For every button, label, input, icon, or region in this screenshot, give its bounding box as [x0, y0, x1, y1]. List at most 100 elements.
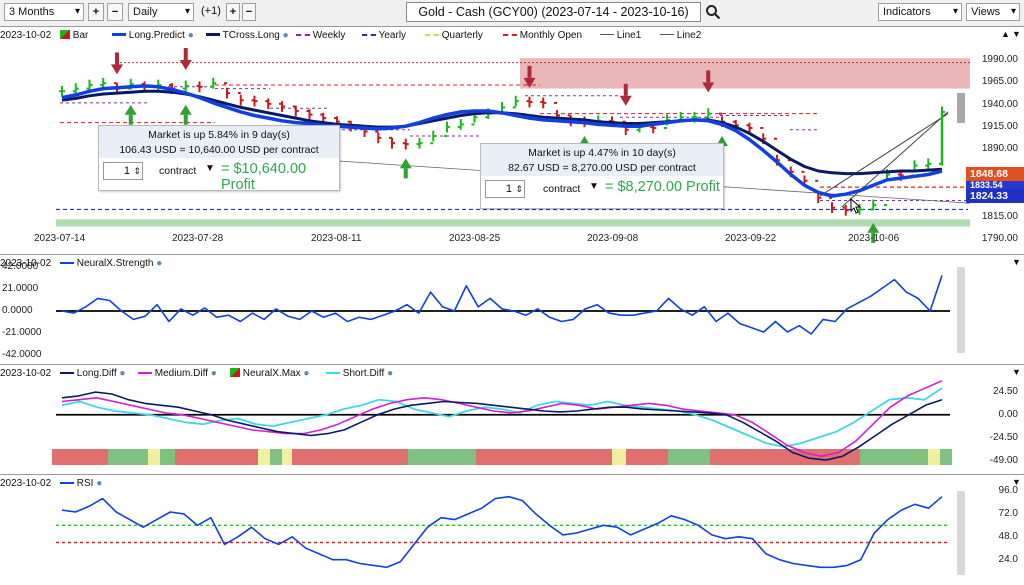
neuralx-max-segment	[52, 449, 108, 465]
offset-label: (+1)	[201, 5, 221, 17]
sell-arrow-shaft	[183, 47, 188, 60]
profit-box-1-header: Market is up 5.84% in 9 day(s) 106.43 US…	[99, 126, 339, 158]
profit-box-2-qty[interactable]: 1	[485, 180, 525, 198]
diff-pane[interactable]: 2023-10-02 Long.Diff ● Medium.Diff ● Neu…	[0, 364, 1024, 473]
legend-long-diff-label: Long.Diff	[76, 368, 117, 379]
y-tick-label: 21.0000	[2, 283, 39, 294]
neuralx-max-segment	[626, 449, 668, 465]
legend-neuralx-strength: NeuralX.Strength ●	[60, 258, 162, 269]
y-tick-label: 1965.00	[981, 76, 1018, 88]
legend-line2-label: Line2	[676, 30, 702, 41]
line-swatch-icon	[660, 34, 674, 35]
profit-box-2-line1: Market is up 4.47% in 10 day(s)	[528, 147, 676, 159]
info-dot-icon: ●	[96, 478, 103, 489]
y-tick-label: -49.00	[989, 455, 1018, 466]
pane-expand-icon[interactable]: ▼	[1012, 29, 1021, 39]
zoom-in-button[interactable]: +	[88, 3, 104, 21]
x-tick-label: 2023-07-14	[34, 233, 86, 244]
buy-arrow-shaft	[128, 114, 133, 125]
y-tick-label: 48.0	[998, 530, 1018, 542]
strength-chart[interactable]	[0, 255, 1024, 363]
info-dot-icon: ●	[187, 30, 194, 41]
contract-dropdown-icon[interactable]: ▼	[589, 181, 599, 192]
buy-arrow-icon	[124, 104, 137, 115]
profit-box-1-line2: 106.43 USD = 10,640.00 USD per contract	[119, 144, 319, 156]
legend-medium-diff-label: Medium.Diff	[154, 368, 208, 379]
views-label: Views	[971, 6, 1001, 18]
neuralx-max-segment	[148, 449, 160, 465]
x-tick-label: 2023-08-11	[311, 233, 362, 244]
offset-plus-button[interactable]: +	[226, 3, 240, 21]
price-pane[interactable]: 2023-10-02 Bar Long.Predict ● TCross.Lon…	[0, 26, 1024, 255]
neuralx-max-segment	[408, 449, 476, 465]
period-select[interactable]: 3 Months	[4, 3, 84, 21]
y-tick-label: -42.0000	[2, 349, 42, 360]
line-swatch-icon	[326, 372, 340, 374]
pane-collapse-icon[interactable]: ▲	[1001, 29, 1010, 39]
legend-medium-diff: Medium.Diff ●	[138, 368, 217, 379]
legend-yearly-label: Yearly	[378, 30, 407, 41]
profit-box-1-contract[interactable]: contract	[159, 165, 196, 177]
plus-icon: +	[92, 6, 100, 18]
neuralx-max-segment	[928, 449, 940, 465]
pane-expand-icon[interactable]: ▼	[1012, 257, 1021, 267]
legend-neuralx-max: NeuralX.Max ●	[230, 368, 309, 379]
indicators-label: Indicators	[883, 6, 931, 18]
price-scrollbar	[957, 93, 965, 123]
legend-weekly-label: Weekly	[312, 30, 346, 41]
rsi-line	[61, 495, 943, 569]
legend-long-predict: Long.Predict ●	[112, 30, 194, 41]
profit-box-1-qty[interactable]: 1	[103, 162, 143, 180]
neuralx-max-segment	[860, 449, 928, 465]
interval-select-value: Daily	[133, 6, 158, 18]
strength-pane[interactable]: 2023-10-02 NeuralX.Strength ● ▼ 42.0000 2…	[0, 254, 1024, 363]
bar-swatch-icon	[60, 30, 70, 39]
interval-select[interactable]: Daily	[128, 3, 194, 21]
y-tick-label: 72.0	[998, 507, 1018, 519]
sell-arrow-shaft	[527, 65, 532, 78]
offset-minus-button[interactable]: −	[242, 3, 256, 21]
rsi-chart[interactable]	[0, 475, 1024, 585]
neuralx-max-segment	[292, 449, 408, 465]
profit-box-2: Market is up 4.47% in 10 day(s) 82.67 US…	[480, 143, 724, 209]
medium-diff-line	[61, 380, 943, 458]
profit-box-1-row: 1 contract ▼ = $10,640.00 Profit	[99, 158, 339, 193]
neuralx-max-segment	[476, 449, 612, 465]
symbol-title-field[interactable]: Gold - Cash (GCY00) (2023-07-14 - 2023-1…	[406, 2, 701, 22]
neuralx-max-segment	[175, 449, 258, 465]
dash-swatch-icon	[425, 34, 439, 36]
price-tag-current: 1824.33	[966, 189, 1024, 203]
dash-swatch-icon	[296, 34, 310, 36]
y-tick-label: 1915.00	[981, 121, 1018, 133]
pane-expand-icon[interactable]: ▼	[1012, 367, 1021, 377]
legend-bar: Bar	[60, 30, 88, 41]
toolbar: 3 Months + − Daily (+1) + − Gold - Cash …	[0, 0, 1024, 27]
buy-arrow-shaft	[183, 114, 188, 125]
price-tag-last: 1848.68	[966, 167, 1024, 181]
legend-neuralx-max-label: NeuralX.Max	[242, 368, 301, 379]
dash-swatch-icon	[362, 34, 376, 36]
buy-arrow-icon	[399, 158, 412, 169]
search-icon[interactable]	[705, 4, 721, 20]
line-swatch-icon	[60, 482, 74, 484]
legend-tcross-long: TCross.Long ●	[206, 30, 289, 41]
contract-dropdown-icon[interactable]: ▼	[205, 163, 215, 174]
profit-box-2-row: 1 contract ▼ = $8,270.00 Profit	[481, 176, 723, 202]
buy-arrow-icon	[179, 104, 192, 115]
legend-yearly: Yearly	[362, 30, 406, 41]
diff-chart[interactable]	[0, 365, 1024, 473]
y-tick-label: 0.0000	[2, 305, 33, 316]
legend-line1-label: Line1	[616, 30, 642, 41]
neuralx-max-segment	[258, 449, 270, 465]
minus-icon: −	[245, 6, 253, 18]
legend-short-diff: Short.Diff ●	[326, 368, 393, 379]
views-select[interactable]: Views	[966, 3, 1020, 21]
neuralx-max-segment	[270, 449, 282, 465]
indicators-select[interactable]: Indicators	[878, 3, 962, 21]
zoom-out-button[interactable]: −	[107, 3, 123, 21]
legend-short-diff-label: Short.Diff	[342, 368, 385, 379]
y-tick-label: 1890.00	[981, 143, 1018, 155]
profit-box-2-contract[interactable]: contract	[543, 183, 580, 195]
sell-arrow-shaft	[706, 70, 711, 83]
rsi-pane[interactable]: 2023-10-02 RSI ● ▼ 96.0 72.0 48.0 24.0	[0, 474, 1024, 585]
